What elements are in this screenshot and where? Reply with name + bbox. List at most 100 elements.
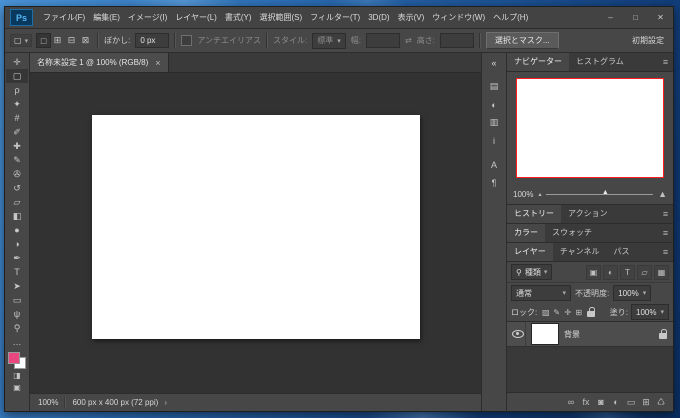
pen-tool[interactable]: ✒ <box>6 251 28 265</box>
workspace-switcher[interactable]: 初期設定 <box>632 35 668 46</box>
lock-position-icon[interactable]: ✛ <box>562 308 573 317</box>
document-tab[interactable]: 名称未設定 1 @ 100% (RGB/8) × <box>30 53 169 72</box>
style-select[interactable]: 標準 ▾ <box>312 33 346 49</box>
width-input[interactable] <box>366 33 400 48</box>
menu-window[interactable]: ウィンドウ(W) <box>428 7 489 28</box>
menu-layer[interactable]: レイヤー(L) <box>171 7 221 28</box>
group-layers-icon[interactable]: ▭ <box>626 397 636 408</box>
navigator-preview[interactable] <box>516 78 664 178</box>
navigator-zoom-slider[interactable]: ▲ <box>546 189 653 199</box>
height-input[interactable] <box>440 33 474 48</box>
expand-panels-icon[interactable]: « <box>485 56 503 69</box>
panel-menu-icon[interactable]: ≡ <box>658 205 673 223</box>
panel-menu-icon[interactable]: ≡ <box>658 53 673 71</box>
lock-pixels-icon[interactable]: ✎ <box>551 308 562 317</box>
status-chevron-icon[interactable]: › <box>164 398 167 407</box>
tab-actions[interactable]: アクション <box>561 205 615 223</box>
add-selection-icon[interactable]: ⊞ <box>51 34 64 47</box>
tool-preset-picker[interactable]: ▢ ▾ <box>10 34 32 47</box>
layer-thumbnail[interactable] <box>532 324 558 344</box>
filter-shape-layers-icon[interactable]: ▱ <box>637 265 652 280</box>
tab-channels[interactable]: チャンネル <box>553 243 607 261</box>
dodge-tool[interactable]: ◑ <box>6 237 28 251</box>
quick-mask-icon[interactable]: ◨ <box>6 369 28 381</box>
menu-file[interactable]: ファイル(F) <box>39 7 89 28</box>
panel-menu-icon[interactable]: ≡ <box>658 243 673 261</box>
maximize-button[interactable]: □ <box>623 7 648 28</box>
tab-color[interactable]: カラー <box>507 224 545 242</box>
menu-help[interactable]: ヘルプ(H) <box>489 7 532 28</box>
new-selection-icon[interactable]: □ <box>37 34 50 47</box>
eraser-tool[interactable]: ▱ <box>6 195 28 209</box>
paragraph-icon[interactable]: ¶ <box>485 176 503 189</box>
zoom-out-icon[interactable]: ▴ <box>538 191 541 198</box>
crop-tool[interactable]: # <box>6 111 28 125</box>
tab-swatches[interactable]: スウォッチ <box>545 224 599 242</box>
feather-input[interactable]: 0 px <box>135 33 169 48</box>
filter-pixel-layers-icon[interactable]: ▣ <box>586 265 601 280</box>
antialias-checkbox[interactable] <box>181 35 192 46</box>
new-layer-icon[interactable]: ⊞ <box>641 397 651 408</box>
menu-select[interactable]: 選択範囲(S) <box>256 7 307 28</box>
filter-smart-objects-icon[interactable]: ▦ <box>654 265 669 280</box>
minimize-button[interactable]: – <box>598 7 623 28</box>
panel-menu-icon[interactable]: ≡ <box>658 224 673 242</box>
shape-tool[interactable]: ▭ <box>6 293 28 307</box>
menu-filter[interactable]: フィルター(T) <box>306 7 364 28</box>
eyedropper-tool[interactable]: ✐ <box>6 125 28 139</box>
tab-histogram[interactable]: ヒストグラム <box>569 53 631 71</box>
blend-mode-select[interactable]: 通常 ▾ <box>511 285 571 301</box>
type-tool[interactable]: T <box>6 265 28 279</box>
document-canvas[interactable] <box>92 115 420 339</box>
hand-tool[interactable]: ψ <box>6 307 28 321</box>
tab-navigator[interactable]: ナビゲーター <box>507 53 569 71</box>
opacity-select[interactable]: 100% ▾ <box>613 285 651 301</box>
layer-row[interactable]: 背景 <box>507 322 673 347</box>
delete-layer-icon[interactable]: ♺ <box>656 397 666 408</box>
layer-filter-select[interactable]: ⚲ 種類 ▾ <box>511 264 552 280</box>
history-brush-tool[interactable]: ↺ <box>6 181 28 195</box>
layer-style-icon[interactable]: fx <box>581 397 591 407</box>
menu-image[interactable]: イメージ(I) <box>124 7 171 28</box>
menu-type[interactable]: 書式(Y) <box>221 7 256 28</box>
gradient-tool[interactable]: ◧ <box>6 209 28 223</box>
close-tab-icon[interactable]: × <box>155 58 160 68</box>
screen-mode-icon[interactable]: ▣ <box>6 381 28 393</box>
clone-stamp-tool[interactable]: ✇ <box>6 167 28 181</box>
adjustments-icon[interactable]: ◐ <box>485 98 503 111</box>
lock-transparency-icon[interactable]: ▨ <box>540 308 551 317</box>
fill-select[interactable]: 100% ▾ <box>631 304 669 320</box>
slider-thumb[interactable]: ▲ <box>602 189 609 196</box>
spot-healing-brush-tool[interactable]: ✚ <box>6 139 28 153</box>
navigator-view-box[interactable] <box>516 78 664 178</box>
visibility-cell[interactable] <box>511 322 526 346</box>
layer-mask-icon[interactable]: ◙ <box>596 397 606 407</box>
properties-icon[interactable]: ▤ <box>485 80 503 93</box>
subtract-selection-icon[interactable]: ⊟ <box>65 34 78 47</box>
move-tool[interactable]: ✛ <box>6 55 28 69</box>
tab-paths[interactable]: パス <box>607 243 637 261</box>
tab-history[interactable]: ヒストリー <box>507 205 561 223</box>
filter-adjustment-layers-icon[interactable]: ◐ <box>603 265 618 280</box>
character-icon[interactable]: A <box>485 158 503 171</box>
swap-dimensions-icon[interactable]: ⇄ <box>405 36 412 45</box>
menu-view[interactable]: 表示(V) <box>394 7 429 28</box>
zoom-in-icon[interactable]: ▲ <box>658 189 667 199</box>
lasso-tool[interactable]: ρ <box>6 83 28 97</box>
menu-edit[interactable]: 編集(E) <box>89 7 124 28</box>
filter-type-layers-icon[interactable]: T <box>620 265 635 280</box>
libraries-icon[interactable]: ▥ <box>485 116 503 129</box>
select-and-mask-button[interactable]: 選択とマスク... <box>486 32 559 49</box>
lock-all-icon[interactable] <box>587 311 595 317</box>
navigator-zoom-value[interactable]: 100% <box>513 190 533 199</box>
quick-selection-tool[interactable]: ✦ <box>6 97 28 111</box>
blur-tool[interactable]: ● <box>6 223 28 237</box>
rectangular-marquee-tool[interactable]: ▢ <box>6 69 28 83</box>
info-icon[interactable]: i <box>485 134 503 147</box>
link-layers-icon[interactable]: ∞ <box>566 397 576 407</box>
path-selection-tool[interactable]: ➤ <box>6 279 28 293</box>
brush-tool[interactable]: ✎ <box>6 153 28 167</box>
status-zoom[interactable]: 100% <box>38 398 58 407</box>
adjustment-layer-icon[interactable]: ◐ <box>611 397 621 407</box>
zoom-tool[interactable]: ⚲ <box>6 321 28 335</box>
